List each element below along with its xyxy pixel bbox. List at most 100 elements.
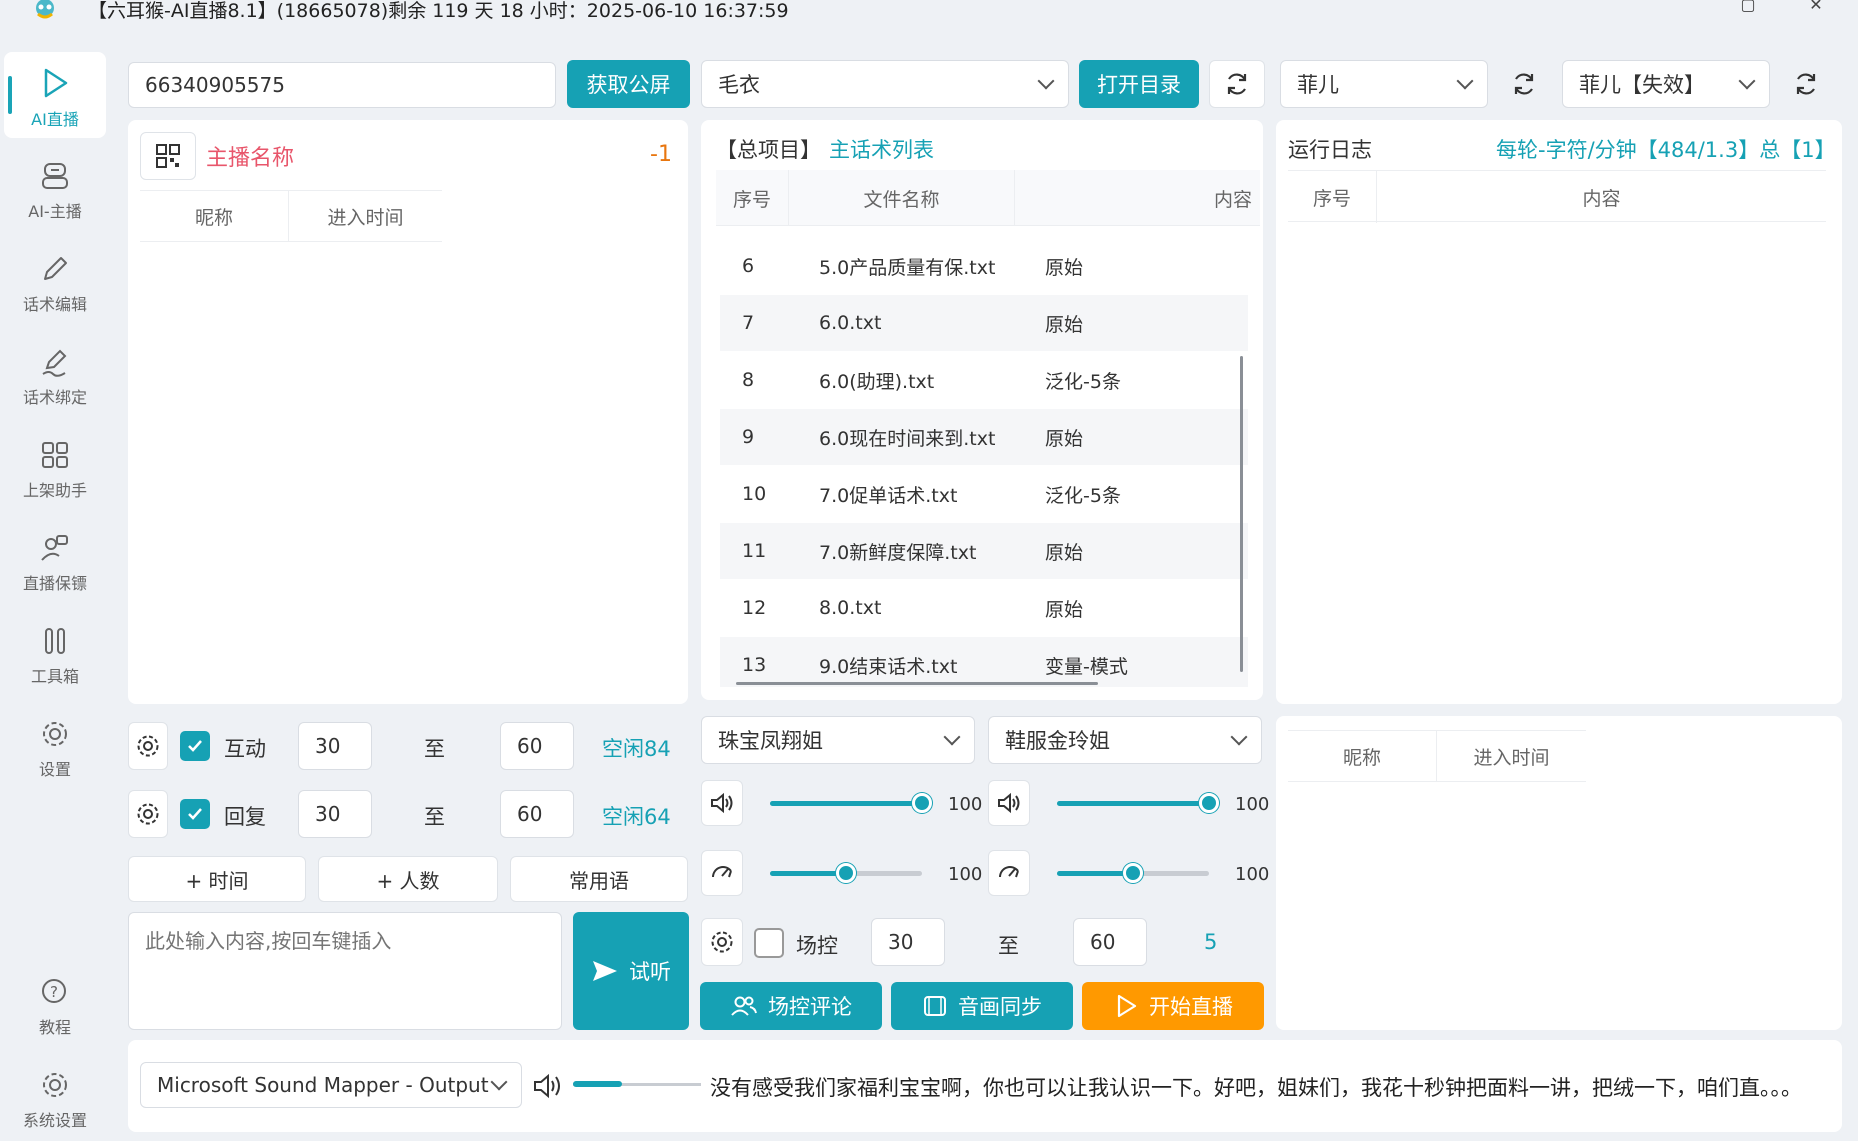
reply-settings-button[interactable]	[128, 790, 168, 838]
reply-to-input[interactable]: 60	[500, 790, 574, 838]
sidebar-item-settings[interactable]: 设置	[4, 704, 106, 790]
table-row[interactable]: 11 7.0新鲜度保障.txt 原始	[720, 523, 1248, 579]
table-row[interactable]: 12 8.0.txt 原始	[720, 580, 1248, 636]
insert-content-input[interactable]	[128, 912, 562, 1030]
listen-button[interactable]: 试听	[573, 912, 689, 1030]
row-content: 泛化-5条	[1045, 370, 1121, 393]
col-nickname: 昵称	[1288, 730, 1436, 782]
chevron-down-icon	[1230, 728, 1248, 746]
refresh-voice-1-button[interactable]	[1510, 70, 1540, 100]
sidebar-item-label: AI-主播	[28, 202, 82, 221]
table-row[interactable]: 7 6.0.txt 原始	[720, 295, 1248, 351]
volume-b-fill	[1057, 801, 1209, 806]
sidebar-item-label: 话术绑定	[22, 388, 87, 407]
room-id-input[interactable]: 66340905575	[128, 62, 556, 108]
row-index: 6	[742, 255, 755, 277]
voice-2-value: 菲儿【失效】	[1579, 73, 1705, 97]
qr-code-button[interactable]	[140, 132, 196, 180]
interact-from-input[interactable]: 30	[298, 722, 372, 770]
speed-b-knob[interactable]	[1123, 863, 1143, 883]
output-device-value: Microsoft Sound Mapper - Output	[157, 1073, 489, 1097]
table-row[interactable]: 8 6.0(助理).txt 泛化-5条	[720, 352, 1248, 408]
interact-checkbox[interactable]	[180, 731, 210, 761]
voice-b-select[interactable]: 鞋服金玲姐	[988, 716, 1262, 764]
script-panel-header: 【总项目】 主话术列表	[716, 134, 934, 164]
open-directory-button[interactable]: 打开目录	[1079, 60, 1199, 108]
volume-b-knob[interactable]	[1199, 793, 1219, 813]
table-row[interactable]: 9 6.0现在时间来到.txt 原始	[720, 409, 1248, 465]
add-people-button[interactable]: + 人数	[318, 856, 498, 902]
gear-icon	[137, 803, 159, 825]
speed-a-button[interactable]	[701, 850, 743, 896]
sidebar-item-bodyguard[interactable]: 直播保镖	[4, 518, 106, 604]
common-phrases-button[interactable]: 常用语	[510, 856, 688, 902]
sidebar-item-tutorial[interactable]: ? 教程	[4, 962, 106, 1048]
volume-a-button[interactable]	[701, 780, 743, 826]
sidebar-item-ai-anchor[interactable]: AI-主播	[4, 146, 106, 232]
sidebar-item-system-settings[interactable]: 系统设置	[4, 1055, 106, 1141]
row-file: 5.0产品质量有保.txt	[819, 256, 996, 279]
interact-to-input[interactable]: 60	[500, 722, 574, 770]
get-screen-button[interactable]: 获取公屏	[567, 60, 690, 108]
reply-idle: 空闲64	[602, 805, 671, 829]
reply-from-input[interactable]: 30	[298, 790, 372, 838]
table-row[interactable]: 10 7.0促单话术.txt 泛化-5条	[720, 466, 1248, 522]
sidebar-item-toolbox[interactable]: 工具箱	[4, 611, 106, 697]
start-live-button[interactable]: 开始直播	[1082, 982, 1264, 1030]
row-content: 原始	[1045, 427, 1084, 450]
gear-icon	[43, 722, 67, 746]
add-time-button[interactable]: + 时间	[128, 856, 306, 902]
voice-a-select[interactable]: 珠宝凤翔姐	[701, 716, 975, 764]
refresh-voice-2-button[interactable]	[1792, 70, 1822, 100]
field-comment-button[interactable]: 场控评论	[700, 982, 882, 1030]
active-indicator	[8, 76, 12, 114]
pen-sign-icon	[42, 349, 67, 377]
field-control-checkbox[interactable]	[754, 928, 784, 958]
output-device-select[interactable]: Microsoft Sound Mapper - Output	[140, 1062, 522, 1108]
sidebar-item-listing-helper[interactable]: 上架助手	[4, 425, 106, 511]
refresh-category-button[interactable]	[1209, 60, 1265, 108]
speaker-icon	[711, 792, 733, 814]
volume-a-knob[interactable]	[912, 793, 932, 813]
field-to-input[interactable]: 60	[1073, 918, 1147, 966]
interact-idle: 空闲84	[602, 737, 671, 761]
row-content: 原始	[1045, 598, 1084, 621]
chevron-down-icon	[1738, 72, 1756, 90]
row-file: 7.0新鲜度保障.txt	[819, 541, 977, 564]
log-title: 运行日志	[1288, 138, 1372, 162]
speed-b-button[interactable]	[988, 850, 1030, 896]
speed-a-fill	[770, 871, 846, 876]
speed-a-value: 100	[948, 864, 983, 885]
vertical-scrollbar[interactable]	[1240, 356, 1243, 672]
sidebar-item-label: AI直播	[31, 110, 79, 129]
av-sync-button[interactable]: 音画同步	[891, 982, 1073, 1030]
row-index: 13	[742, 654, 767, 676]
volume-b-button[interactable]	[988, 780, 1030, 826]
col-enter-time: 进入时间	[1436, 730, 1586, 782]
refresh-icon	[1227, 73, 1247, 95]
table-row[interactable]: 13 9.0结束话术.txt 变量-模式	[720, 637, 1248, 687]
users-icon	[731, 996, 757, 1016]
voice-select-1[interactable]: 菲儿	[1280, 60, 1488, 108]
table-row[interactable]: 6 5.0产品质量有保.txt 原始	[720, 238, 1248, 294]
field-control-settings-button[interactable]	[701, 918, 743, 966]
minimize-icon[interactable]: ▢	[1728, 0, 1768, 14]
tools-icon	[45, 628, 65, 654]
category-select[interactable]: 毛衣	[701, 60, 1069, 108]
close-icon[interactable]: ✕	[1796, 0, 1836, 14]
reply-checkbox[interactable]	[180, 799, 210, 829]
checkmark-icon	[188, 808, 202, 820]
horizontal-scrollbar[interactable]	[736, 682, 1098, 685]
sidebar-item-ai-live[interactable]: AI直播	[4, 52, 106, 138]
speed-a-knob[interactable]	[836, 863, 856, 883]
field-control-label: 场控	[796, 934, 838, 958]
volume-b-value: 100	[1235, 794, 1270, 815]
interact-settings-button[interactable]	[128, 722, 168, 770]
speaker-button[interactable]	[532, 1072, 564, 1100]
sidebar-item-script-edit[interactable]: 话术编辑	[4, 239, 106, 325]
voice-select-2[interactable]: 菲儿【失效】	[1562, 60, 1770, 108]
sidebar-item-label: 上架助手	[22, 481, 87, 500]
field-from-input[interactable]: 30	[871, 918, 945, 966]
sidebar-item-script-bind[interactable]: 话术绑定	[4, 332, 106, 418]
start-live-label: 开始直播	[1149, 995, 1233, 1019]
